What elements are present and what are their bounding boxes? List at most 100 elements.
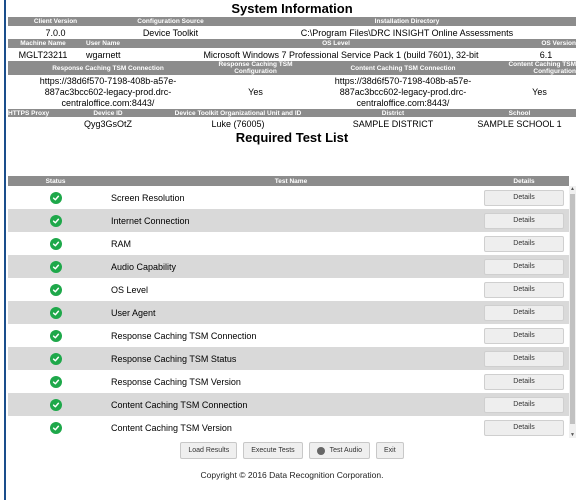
action-buttons: Load Results Execute Tests Test Audio Ex…	[8, 442, 576, 459]
check-circle-icon	[49, 329, 62, 342]
exit-button[interactable]: Exit	[375, 442, 404, 459]
header-rc-connection: Response Caching TSM Connection	[52, 64, 164, 72]
audio-icon	[316, 446, 325, 455]
status-cell	[8, 329, 103, 342]
cc-connection-value: https://38d6f570-7198-408b-a57e-887ac3bc…	[334, 75, 472, 108]
details-button[interactable]: Details	[484, 419, 564, 436]
check-circle-icon	[49, 214, 62, 227]
scroll-up-icon[interactable]: ▲	[569, 186, 576, 192]
header-machine-name: Machine Name	[20, 40, 66, 47]
details-cell: Details	[479, 212, 569, 229]
check-circle-icon	[49, 375, 62, 388]
device-id-value: Qyg3GsOtZ	[83, 118, 132, 129]
details-cell: Details	[479, 258, 569, 275]
required-test-list-title: Required Test List	[235, 130, 349, 145]
header-status: Status	[45, 177, 66, 185]
details-button[interactable]: Details	[484, 396, 564, 413]
header-org-unit: Device Toolkit Organizational Unit and I…	[174, 109, 302, 117]
header-cc-configuration: Content Caching TSM Configuration	[508, 61, 576, 75]
test-name: Internet Connection	[111, 215, 190, 226]
details-cell: Details	[479, 373, 569, 390]
details-cell: Details	[479, 419, 569, 436]
status-cell	[8, 421, 103, 434]
details-button[interactable]: Details	[484, 235, 564, 252]
header-device-id: Device ID	[93, 109, 123, 117]
school-value: SAMPLE SCHOOL 1	[477, 118, 562, 129]
status-cell	[8, 237, 103, 250]
test-name: Response Caching TSM Status	[111, 353, 237, 364]
status-cell	[8, 352, 103, 365]
status-cell	[8, 260, 103, 273]
header-details: Details	[513, 177, 535, 185]
header-config-source: Configuration Source	[137, 18, 204, 25]
header-row-3: Response Caching TSM Connection Response…	[8, 61, 576, 75]
test-list[interactable]: Status Test Name Details Screen Resoluti…	[8, 176, 576, 438]
details-cell: Details	[479, 327, 569, 344]
header-row-4: HTTPS Proxy Device ID Device Toolkit Org…	[8, 109, 576, 117]
os-version-value: 6.1	[539, 49, 553, 60]
rc-connection-value: https://38d6f570-7198-408b-a57e-887ac3bc…	[39, 75, 177, 108]
details-button[interactable]: Details	[484, 258, 564, 275]
value-row-1: 7.0.0 Device Toolkit C:\Program Files\DR…	[8, 26, 576, 39]
header-https-proxy: HTTPS Proxy	[8, 109, 50, 117]
status-cell	[8, 375, 103, 388]
test-row: Audio Capability Details	[8, 255, 569, 278]
test-audio-label: Test Audio	[329, 447, 362, 454]
details-button[interactable]: Details	[484, 212, 564, 229]
test-list-scrollbar[interactable]: ▲ ▼	[569, 186, 576, 438]
value-row-4: Qyg3GsOtZ Luke (76005) SAMPLE DISTRICT S…	[8, 117, 576, 130]
details-button[interactable]: Details	[484, 327, 564, 344]
user-name-value: wgarnett	[86, 49, 121, 60]
test-name: Response Caching TSM Connection	[111, 330, 257, 341]
test-row: Screen Resolution Details	[8, 186, 569, 209]
details-cell: Details	[479, 396, 569, 413]
details-cell: Details	[479, 189, 569, 206]
install-dir-value: C:\Program Files\DRC INSIGHT Online Asse…	[300, 27, 514, 38]
details-button[interactable]: Details	[484, 350, 564, 367]
details-button[interactable]: Details	[484, 281, 564, 298]
test-row: Response Caching TSM Version Details	[8, 370, 569, 393]
test-name: User Agent	[111, 307, 156, 318]
details-button[interactable]: Details	[484, 304, 564, 321]
load-results-button[interactable]: Load Results	[180, 442, 238, 459]
header-install-dir: Installation Directory	[374, 18, 440, 25]
test-row: Content Caching TSM Connection Details	[8, 393, 569, 416]
status-cell	[8, 283, 103, 296]
test-name: OS Level	[111, 284, 149, 295]
machine-name-value: MGLT23211	[18, 49, 68, 60]
details-button[interactable]: Details	[484, 189, 564, 206]
system-information-title: System Information	[231, 1, 353, 16]
details-cell: Details	[479, 281, 569, 298]
details-button[interactable]: Details	[484, 373, 564, 390]
check-circle-icon	[49, 283, 62, 296]
cc-configuration-value: Yes	[532, 87, 547, 97]
scroll-down-icon[interactable]: ▼	[569, 432, 576, 438]
test-row: Content Caching TSM Version Details	[8, 416, 569, 438]
details-cell: Details	[479, 304, 569, 321]
scrollbar-thumb[interactable]	[570, 194, 575, 424]
check-circle-icon	[49, 260, 62, 273]
test-row: User Agent Details	[8, 301, 569, 324]
details-cell: Details	[479, 350, 569, 367]
execute-tests-button[interactable]: Execute Tests	[243, 442, 303, 459]
district-value: SAMPLE DISTRICT	[352, 118, 434, 129]
check-circle-icon	[49, 237, 62, 250]
test-row: OS Level Details	[8, 278, 569, 301]
rc-configuration-value: Yes	[248, 87, 263, 97]
status-cell	[8, 306, 103, 319]
config-source-value: Device Toolkit	[142, 27, 199, 38]
check-circle-icon	[49, 398, 62, 411]
value-row-2: MGLT23211 wgarnett Microsoft Windows 7 P…	[8, 48, 576, 61]
test-row: RAM Details	[8, 232, 569, 255]
test-list-header: Status Test Name Details	[8, 176, 569, 186]
status-cell	[8, 398, 103, 411]
test-rows: Screen Resolution Details Internet Connect…	[8, 186, 576, 438]
header-os-level: OS Level	[322, 40, 350, 47]
check-circle-icon	[49, 191, 62, 204]
test-row: Internet Connection Details	[8, 209, 569, 232]
test-row: Response Caching TSM Connection Details	[8, 324, 569, 347]
header-row-1: Client Version Configuration Source Inst…	[8, 17, 576, 26]
details-cell: Details	[479, 235, 569, 252]
test-audio-button[interactable]: Test Audio	[308, 442, 370, 459]
header-rc-configuration: Response Caching TSM Configuration	[218, 61, 293, 75]
